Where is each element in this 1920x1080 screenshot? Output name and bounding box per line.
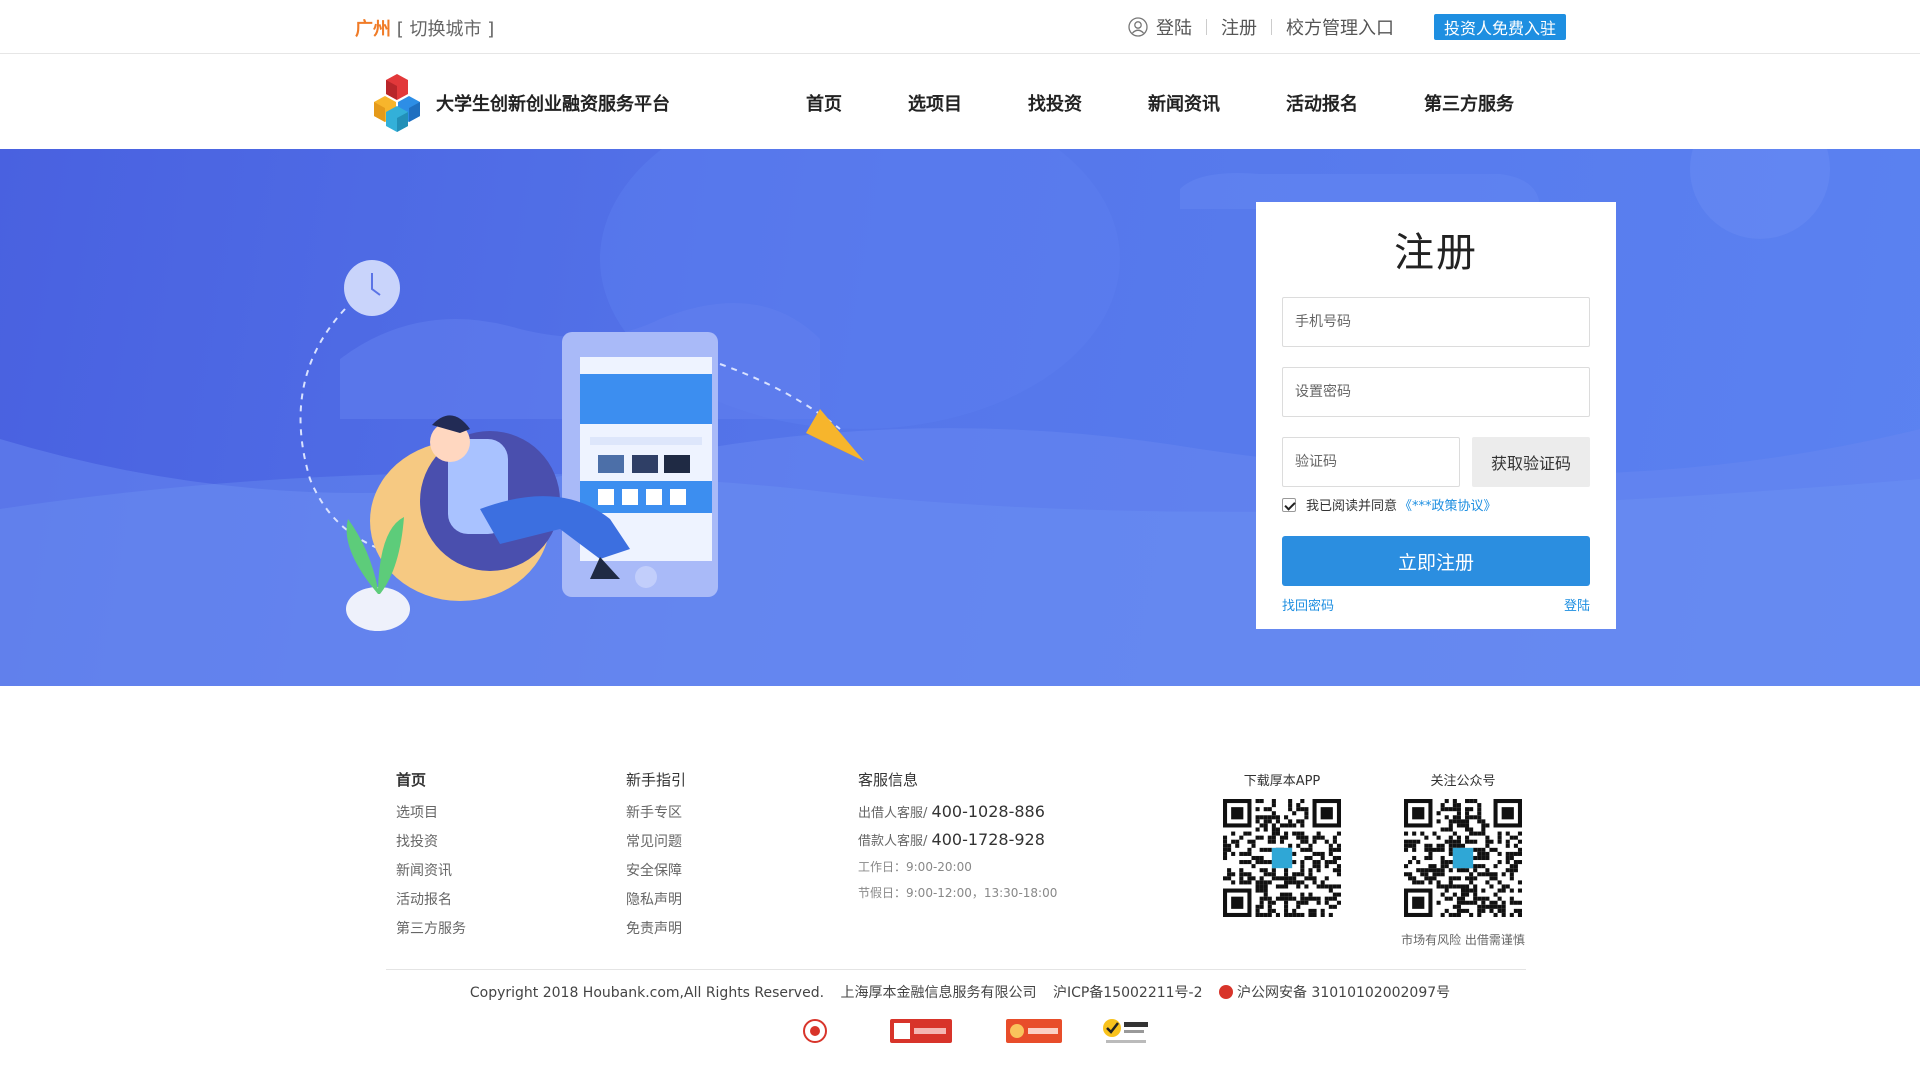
borrower-hotline: 借款人客服/ 400-1728-928 [858,830,1057,849]
current-city[interactable]: 广州 [355,19,391,40]
register-link[interactable]: 注册 [1221,14,1257,40]
footer-link[interactable]: 新手专区 [626,802,686,822]
footer-col-service: 客服信息 出借人客服/ 400-1028-886 借款人客服/ 400-1728… [858,769,1057,910]
footer-link[interactable]: 免责声明 [626,918,686,938]
trust-badges [802,1016,1190,1046]
icp-number[interactable]: 沪ICP备15002211号-2 [1053,985,1203,1001]
login-link[interactable]: 登陆 [1128,14,1192,40]
register-submit-button[interactable]: 立即注册 [1282,536,1590,586]
nav-third-party[interactable]: 第三方服务 [1424,90,1514,116]
phone-input[interactable] [1282,297,1590,347]
top-bar: 广州 [ 切换城市 ] 登陆 注册 校方管理入口 投资人免费入驻 [0,0,1920,54]
copyright-text: Copyright 2018 Houbank.com,All Rights Re… [469,985,825,1001]
borrower-label: 借款人客服/ [858,834,928,849]
app-qr-block: 下载厚本APP [1222,770,1342,921]
get-code-button[interactable]: 获取验证码 [1472,437,1590,487]
lender-hotline: 出借人客服/ 400-1028-886 [858,802,1057,821]
footer-link[interactable]: 新闻资讯 [396,860,466,880]
policy-link[interactable]: 《***政策协议》 [1399,495,1497,514]
login-label: 登陆 [1155,18,1192,39]
credit-badge-icon[interactable] [1006,1016,1062,1046]
logo-cubes-icon [374,74,420,132]
school-admin-link[interactable]: 校方管理入口 [1286,14,1394,40]
norton-badge-icon[interactable] [1102,1016,1150,1046]
password-input[interactable] [1282,367,1590,417]
lender-phone: 400-1028-886 [931,802,1045,821]
company-name: 上海厚本金融信息服务有限公司 [840,985,1037,1001]
agreement-row: 我已阅读并同意 《***政策协议》 [1282,495,1497,514]
footer-col-home: 首页 选项目 找投资 新闻资讯 活动报名 第三方服务 [396,769,466,947]
lender-label: 出借人客服/ [858,806,928,821]
footer-link[interactable]: 活动报名 [396,889,466,909]
trust-site-badge-icon[interactable] [890,1016,952,1046]
nav-home[interactable]: 首页 [806,90,842,116]
investor-entry-button[interactable]: 投资人免费入驻 [1433,14,1566,40]
city-selector[interactable]: 广州 [ 切换城市 ] [355,15,494,41]
register-card: 注册 获取验证码 我已阅读并同意 《***政策协议》 立即注册 找回密码 登陆 [1256,202,1616,629]
wechat-qr-block: 关注公众号 市场有风险 出借需谨慎 [1396,770,1530,948]
footer-link[interactable]: 选项目 [396,802,466,822]
agree-checkbox[interactable] [1282,497,1296,512]
divider [1205,19,1207,35]
workday-hours: 工作日：9:00-20:00 [858,860,972,874]
footer-col-guide: 新手指引 新手专区 常见问题 安全保障 隐私声明 免责声明 [626,769,686,947]
borrower-phone: 400-1728-928 [931,830,1045,849]
footer-link[interactable]: 安全保障 [626,860,686,880]
police-record[interactable]: 沪公网安备 31010102002097号 [1237,985,1450,1001]
nav-investment[interactable]: 找投资 [1028,90,1082,116]
top-links: 登陆 注册 校方管理入口 投资人免费入驻 [1128,14,1566,40]
main-nav: 首页 选项目 找投资 新闻资讯 活动报名 第三方服务 [806,90,1514,116]
nav-events[interactable]: 活动报名 [1286,90,1358,116]
holiday-hours: 节假日：9:00-12:00，13:30-18:00 [858,886,1058,900]
qr-caption: 关注公众号 [1430,774,1496,789]
seal-badge-icon[interactable] [802,1016,828,1046]
agree-text: 我已阅读并同意 [1306,499,1398,514]
risk-notice: 市场有风险 出借需谨慎 [1401,933,1525,947]
footer-link[interactable]: 第三方服务 [396,918,466,938]
forgot-password-link[interactable]: 找回密码 [1282,595,1334,614]
footer-link[interactable]: 常见问题 [626,831,686,851]
register-title: 注册 [1394,230,1478,276]
verification-code-input[interactable] [1282,437,1460,487]
qr-code-icon [1404,799,1522,917]
hero-banner: 注册 获取验证码 我已阅读并同意 《***政策协议》 立即注册 找回密码 登陆 [0,149,1920,686]
divider [386,969,1526,970]
footer-link[interactable]: 隐私声明 [626,889,686,909]
copyright-row: Copyright 2018 Houbank.com,All Rights Re… [0,982,1920,1002]
footer: 首页 选项目 找投资 新闻资讯 活动报名 第三方服务 新手指引 新手专区 常见问… [0,686,1920,1080]
qr-code-icon [1223,799,1341,917]
banner-illustration [0,149,1920,686]
footer-heading[interactable]: 首页 [396,769,466,790]
nav-news[interactable]: 新闻资讯 [1148,90,1220,116]
main-header: 大学生创新创业融资服务平台 首页 选项目 找投资 新闻资讯 活动报名 第三方服务 [0,54,1920,149]
footer-link[interactable]: 找投资 [396,831,466,851]
nav-projects[interactable]: 选项目 [908,90,962,116]
switch-city-link[interactable]: [ 切换城市 ] [397,19,495,40]
divider [1270,19,1272,35]
qr-caption: 下载厚本APP [1243,774,1321,789]
footer-heading: 新手指引 [626,771,687,789]
site-title: 大学生创新创业融资服务平台 [436,94,670,115]
site-logo[interactable]: 大学生创新创业融资服务平台 [366,72,670,134]
card-login-link[interactable]: 登陆 [1564,595,1590,614]
user-icon [1128,17,1148,37]
footer-heading: 客服信息 [858,771,919,789]
police-badge-icon [1218,985,1233,999]
